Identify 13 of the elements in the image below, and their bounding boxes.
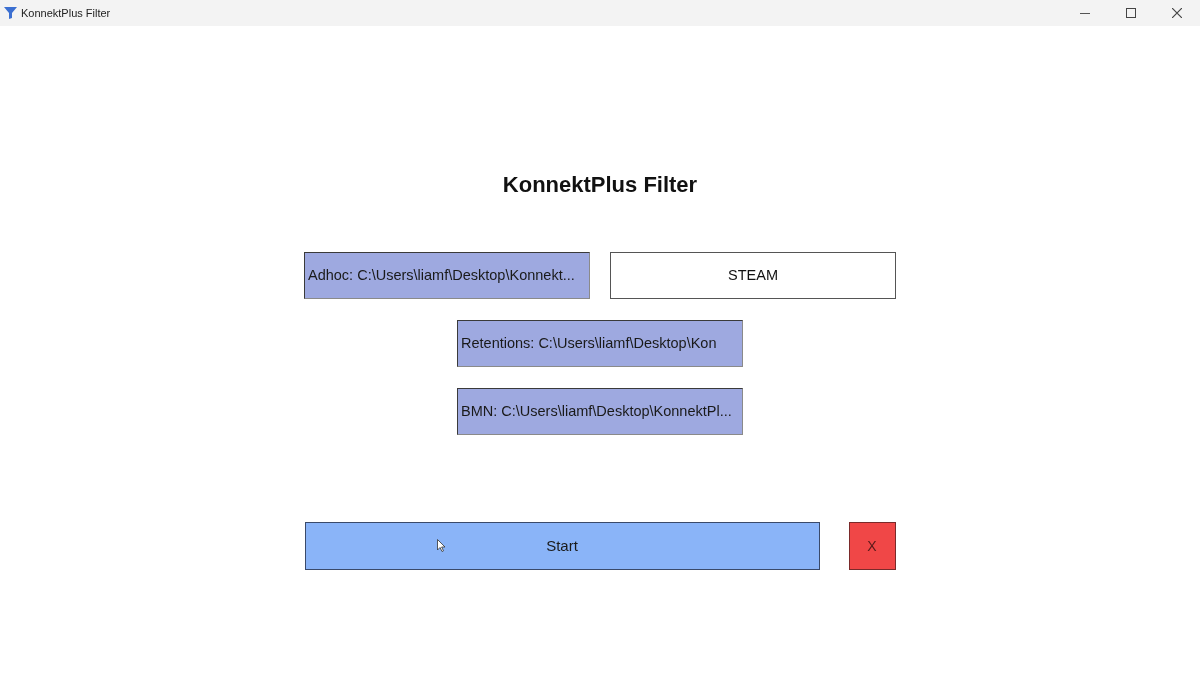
funnel-icon	[4, 7, 17, 19]
maximize-icon	[1126, 8, 1136, 18]
file-picker-button[interactable]: BMN: C:\Users\liamf\Desktop\KonnektPl...	[457, 388, 743, 435]
option-button[interactable]: STEAM	[610, 252, 896, 299]
pointer-icon	[437, 539, 446, 552]
window-title: KonnektPlus Filter	[21, 5, 111, 21]
file-picker-button[interactable]: Adhoc: C:\Users\liamf\Desktop\Konnekt...	[304, 252, 590, 299]
minimize-icon	[1080, 12, 1090, 14]
file-picker-button[interactable]: Retentions: C:\Users\liamf\Desktop\Kon	[457, 320, 743, 367]
close-icon	[1172, 8, 1182, 18]
cancel-button[interactable]: X	[848, 522, 896, 570]
start-button[interactable]: Start	[304, 522, 820, 570]
app-heading: KonnektPlus Filter	[502, 172, 698, 198]
